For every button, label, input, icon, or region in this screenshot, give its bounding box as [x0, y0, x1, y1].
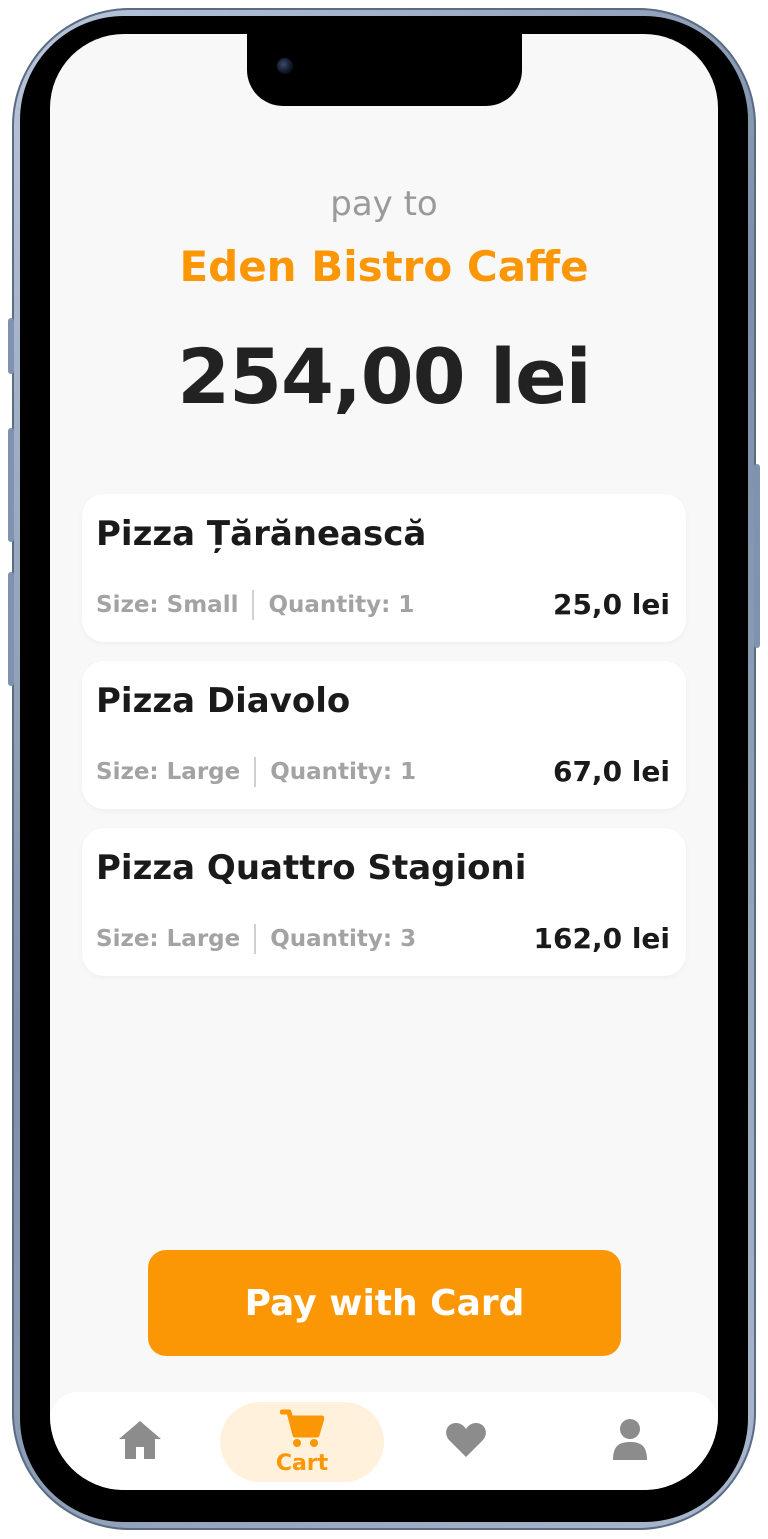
nav-item-cart[interactable]: Cart: [220, 1402, 384, 1482]
cart-icon: [279, 1409, 325, 1453]
meta-divider: [254, 757, 257, 787]
pay-with-card-button[interactable]: Pay with Card: [148, 1250, 621, 1356]
item-name: Pizza Diavolo: [96, 681, 351, 721]
item-price: 67,0 lei: [552, 755, 670, 788]
item-name: Pizza Țărănească: [96, 514, 427, 554]
nav-label-cart: Cart: [275, 1450, 329, 1476]
volume-up-button: [8, 428, 14, 542]
item-size: Size: Large: [96, 759, 241, 785]
cart-item-list: Pizza Țărănească Size: Small Quantity: 1…: [82, 494, 686, 995]
meta-divider: [254, 924, 257, 954]
volume-down-button: [8, 572, 14, 686]
front-camera: [277, 58, 293, 74]
item-name: Pizza Quattro Stagioni: [96, 848, 527, 888]
mute-switch: [8, 318, 14, 374]
notch: [247, 34, 522, 106]
merchant-name: Eden Bistro Caffe: [179, 242, 589, 291]
home-icon: [117, 1419, 163, 1465]
cart-item[interactable]: Pizza Quattro Stagioni Size: Large Quant…: [82, 828, 686, 976]
meta-divider: [252, 590, 255, 620]
item-price: 25,0 lei: [552, 588, 670, 621]
pay-to-label: pay to: [330, 184, 438, 224]
item-meta: Size: Large Quantity: 1: [96, 757, 416, 787]
nav-item-favorites[interactable]: [434, 1402, 498, 1482]
item-size: Size: Large: [96, 926, 241, 952]
cart-item[interactable]: Pizza Țărănească Size: Small Quantity: 1…: [82, 494, 686, 642]
item-price: 162,0 lei: [533, 922, 671, 955]
item-quantity: Quantity: 1: [270, 759, 417, 785]
heart-icon: [445, 1421, 487, 1463]
total-amount: 254,00 lei: [177, 332, 591, 421]
item-meta: Size: Large Quantity: 3: [96, 924, 416, 954]
user-icon: [611, 1418, 649, 1466]
item-meta: Size: Small Quantity: 1: [96, 590, 414, 620]
bottom-nav: Cart: [50, 1392, 718, 1490]
item-quantity: Quantity: 1: [268, 592, 415, 618]
item-size: Size: Small: [96, 592, 239, 618]
nav-item-profile[interactable]: [598, 1402, 662, 1482]
item-quantity: Quantity: 3: [270, 926, 417, 952]
nav-item-home[interactable]: [108, 1402, 172, 1482]
power-button: [754, 464, 760, 648]
cart-item[interactable]: Pizza Diavolo Size: Large Quantity: 1 67…: [82, 661, 686, 809]
app-screen: pay to Eden Bistro Caffe 254,00 lei Pizz…: [50, 34, 718, 1490]
